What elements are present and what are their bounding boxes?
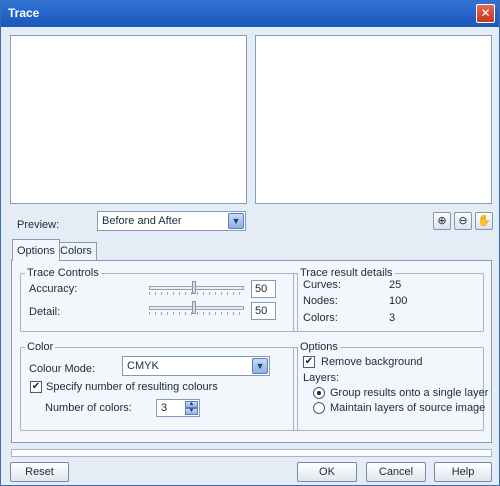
curves-label: Curves: (303, 279, 341, 291)
preview-label: Preview: (17, 219, 60, 231)
trace-result-title: Trace result details (300, 267, 393, 279)
reset-button[interactable]: Reset (10, 462, 69, 482)
group-results-label: Group results onto a single layer (330, 387, 489, 399)
remove-background-checkbox[interactable]: ✔ (303, 356, 315, 368)
accuracy-input[interactable]: 50 (251, 280, 276, 298)
detail-slider-thumb[interactable] (192, 301, 196, 314)
preview-mode-value: Before and After (102, 215, 182, 227)
pan-hand-icon[interactable]: ✋ (475, 212, 493, 230)
curves-value: 25 (389, 279, 402, 291)
group-results-radio[interactable] (313, 387, 325, 399)
options-group: Options (293, 341, 484, 431)
color-title: Color (27, 341, 54, 353)
maintain-layers-radio[interactable] (313, 402, 325, 414)
colors-count-label: Colors: (303, 312, 338, 324)
preview-before-pane (10, 35, 247, 204)
accuracy-slider-ticks (149, 292, 244, 295)
number-of-colors-value: 3 (161, 402, 168, 414)
accuracy-slider-track[interactable] (149, 286, 244, 290)
cancel-button[interactable]: Cancel (366, 462, 426, 482)
number-of-colors-stepper[interactable]: 3 ▲ ▼ (156, 399, 200, 417)
progress-bar (11, 449, 492, 457)
title-bar: Trace ✕ (1, 1, 499, 27)
trace-dialog: Trace ✕ Preview: Before and After ▼ ⊕ ⊖ … (0, 0, 500, 486)
accuracy-slider-thumb[interactable] (192, 281, 196, 294)
colour-mode-select[interactable]: CMYK ▼ (122, 356, 270, 376)
layers-label: Layers: (303, 372, 340, 384)
number-of-colors-label: Number of colors: (45, 402, 132, 414)
specify-colours-checkbox[interactable]: ✔ (30, 381, 42, 393)
help-button[interactable]: Help (434, 462, 492, 482)
close-icon[interactable]: ✕ (476, 4, 495, 23)
accuracy-label: Accuracy: (29, 283, 78, 295)
zoom-in-icon[interactable]: ⊕ (433, 212, 451, 230)
trace-controls-group: Trace Controls (20, 267, 298, 332)
detail-input[interactable]: 50 (251, 302, 276, 320)
nodes-value: 100 (389, 295, 408, 307)
options-tab-panel: Trace Controls Accuracy: 50 Detail: 50 T… (11, 260, 492, 443)
colors-count-value: 3 (389, 312, 396, 324)
maintain-layers-label: Maintain layers of source image (330, 402, 486, 414)
preview-mode-select[interactable]: Before and After ▼ (97, 211, 246, 231)
detail-slider-track[interactable] (149, 306, 244, 310)
tab-options[interactable]: Options (12, 239, 60, 261)
preview-after-pane (255, 35, 492, 204)
options-title: Options (300, 341, 338, 353)
chevron-down-icon[interactable]: ▼ (252, 358, 268, 374)
spin-up-icon[interactable]: ▲ (185, 401, 198, 408)
remove-background-label: Remove background (321, 356, 423, 368)
nodes-label: Nodes: (303, 295, 338, 307)
detail-label: Detail: (29, 306, 61, 318)
spin-down-icon[interactable]: ▼ (185, 408, 198, 415)
tab-colors[interactable]: Colors (55, 242, 97, 260)
ok-button[interactable]: OK (297, 462, 357, 482)
zoom-out-icon[interactable]: ⊖ (454, 212, 472, 230)
trace-controls-title: Trace Controls (27, 267, 99, 279)
chevron-down-icon[interactable]: ▼ (228, 213, 244, 229)
detail-slider-ticks (149, 312, 244, 315)
window-title: Trace (8, 6, 40, 20)
colour-mode-label: Colour Mode: (29, 363, 96, 375)
colour-mode-value: CMYK (127, 360, 159, 372)
specify-colours-label: Specify number of resulting colours (46, 381, 218, 393)
